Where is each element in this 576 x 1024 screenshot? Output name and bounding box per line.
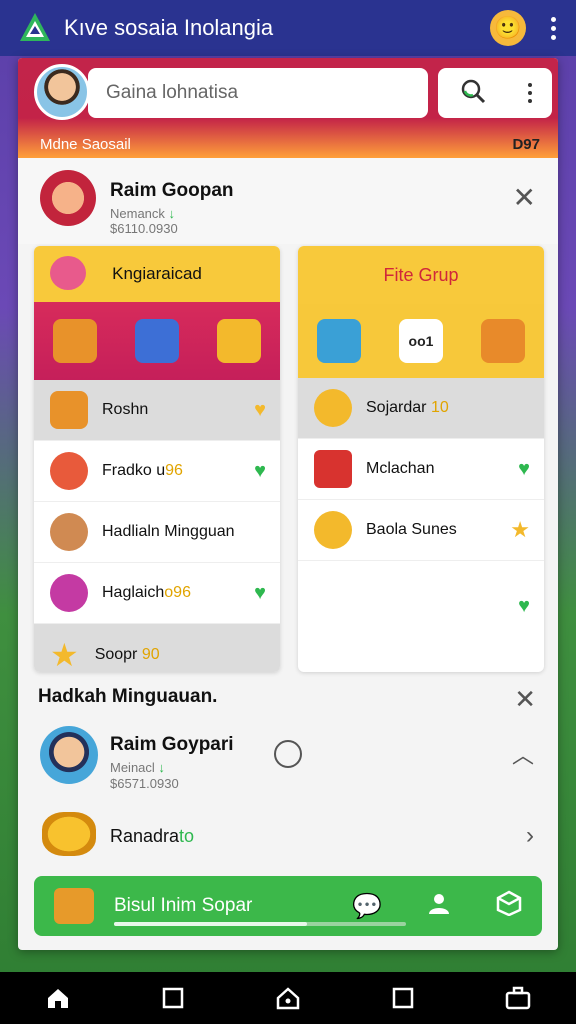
overflow-menu-icon[interactable] <box>548 16 558 40</box>
lock-home-icon[interactable] <box>273 983 303 1013</box>
user-sub-line2: $6571.0930 <box>110 776 179 791</box>
list-item[interactable]: Baola Sunes ★ <box>298 500 544 561</box>
user-sub: Meinacl ↓ $6571.0930 <box>110 760 179 792</box>
app-logo-icon[interactable] <box>18 11 52 45</box>
chest-icon[interactable] <box>53 319 97 363</box>
strip-count: D97 <box>512 136 540 153</box>
panel-left-tiles <box>34 302 280 380</box>
avatar <box>40 726 98 784</box>
list-item-label: Hadlialn Mingguan <box>102 523 235 540</box>
user-row[interactable]: Raim Goypari Meinacl ↓ $6571.0930 ︿ <box>18 726 558 800</box>
avatar <box>40 170 96 226</box>
chevron-right-icon[interactable]: › <box>526 822 534 850</box>
box-icon[interactable] <box>496 890 522 923</box>
overview-icon[interactable] <box>388 983 418 1013</box>
user-sub-line1: Nemanck ↓ <box>110 206 176 221</box>
list-item[interactable]: Sojardar 10 <box>298 378 544 439</box>
list-item-label: Roshn <box>102 401 149 418</box>
frame-icon[interactable] <box>217 319 261 363</box>
avatar[interactable] <box>34 64 90 120</box>
list-item-label: Haglaicho96 <box>102 584 191 601</box>
chevron-up-icon[interactable]: ︿ <box>512 738 534 770</box>
panel-right-tiles: oo1 <box>298 304 544 378</box>
gift-icon <box>54 888 94 924</box>
card-header: Gaina lohnatisa Mdne Saosail D97 <box>18 58 558 158</box>
heart-icon: ♥ <box>518 594 530 617</box>
user-name: Raim Goypari <box>110 734 234 755</box>
heart-icon: ♥ <box>518 457 530 480</box>
gift-icon <box>50 256 86 290</box>
gift-box-icon[interactable] <box>317 319 361 363</box>
user-sub-line2: $6110.0930 <box>110 221 178 236</box>
hammer-icon <box>314 389 352 427</box>
orb-icon <box>50 574 88 612</box>
panel-left-header[interactable]: Kngiaraicad <box>34 246 280 302</box>
list-item[interactable]: Mclachan ♥ <box>298 439 544 500</box>
cta-progress-bar <box>114 922 406 926</box>
user-sub-line1: Meinacl ↓ <box>110 760 165 775</box>
star-icon: ★ <box>50 636 79 673</box>
arrow-down-icon: ↓ <box>158 760 165 775</box>
main-card: Gaina lohnatisa Mdne Saosail D97 Raim Go… <box>18 58 558 950</box>
panel-right: Fite Grup oo1 Sojardar 10 Mclachan ♥ Bao… <box>298 246 544 672</box>
section-title: Hadkah Minguauan. <box>38 686 218 707</box>
chest-icon <box>50 391 88 429</box>
chat-icon[interactable]: 💬 <box>352 892 382 921</box>
panel-left: Kngiaraicad Roshn ♥ Fradko u96 ♥ Hadlial… <box>34 246 280 672</box>
close-icon[interactable]: ✕ <box>513 184 536 212</box>
list-item-label: Ranadrato <box>110 826 195 846</box>
home-icon[interactable] <box>43 983 73 1013</box>
list-item[interactable]: Ranadrato › <box>18 812 558 862</box>
cta-progress-fill <box>114 922 307 926</box>
user-icon[interactable] <box>426 890 452 923</box>
cta-icons: 💬 <box>352 890 522 923</box>
panel-right-title: Fite Grup <box>383 264 459 285</box>
briefcase-icon[interactable] <box>503 983 533 1013</box>
search-actions <box>438 68 552 118</box>
card-icon[interactable] <box>135 319 179 363</box>
panel-right-header[interactable]: Fite Grup <box>298 246 544 304</box>
avatar <box>50 452 88 490</box>
profile-avatar-icon[interactable]: 🙂 <box>490 10 526 46</box>
bottom-nav <box>0 972 576 1024</box>
list-item-label: Soopr 90 <box>94 645 160 663</box>
heart-icon: ♥ <box>254 581 266 604</box>
list-item[interactable]: Fradko u96 ♥ <box>34 441 280 502</box>
avatar <box>50 513 88 551</box>
panel-left-title: Kngiaraicad <box>112 264 202 283</box>
badge-icon[interactable]: oo1 <box>399 319 443 363</box>
heart-icon: ♥ <box>254 459 266 482</box>
coin-icon <box>314 511 352 549</box>
search-input[interactable]: Gaina lohnatisa <box>88 68 428 118</box>
list-item[interactable]: ♥ <box>298 561 544 651</box>
app-bar: Kıve sosaia Inolangia 🙂 <box>0 0 576 56</box>
list-item[interactable]: Haglaicho96 ♥ <box>34 563 280 624</box>
app-title: Kıve sosaia Inolangia <box>64 15 274 40</box>
user-row[interactable]: Raim Goopan Nemanck ↓ $6110.0930 ✕ <box>18 158 558 244</box>
user-sub: Nemanck ↓ $6110.0930 <box>110 206 178 236</box>
cta-button[interactable]: Bisul Inim Sopar 💬 <box>34 876 542 936</box>
back-icon[interactable] <box>158 983 188 1013</box>
arrow-down-icon: ↓ <box>168 206 176 221</box>
star-icon: ★ <box>510 517 530 542</box>
coins-icon <box>42 812 96 856</box>
list-item[interactable]: Roshn ♥ <box>34 380 280 441</box>
list-item[interactable]: Hadlialn Mingguan <box>34 502 280 563</box>
cta-label: Bisul Inim Sopar <box>114 895 253 916</box>
ticket-icon <box>314 450 352 488</box>
list-item-label: Mclachan <box>366 460 435 477</box>
radio-button[interactable] <box>274 740 302 768</box>
list-item-label: Fradko u96 <box>102 462 183 479</box>
user-name: Raim Goopan <box>110 180 234 201</box>
search-text: Gaina lohnatisa <box>106 82 239 103</box>
heart-icon: ♥ <box>254 398 266 421</box>
search-icon[interactable] <box>459 77 487 110</box>
list-item[interactable]: ★ Soopr 90 <box>34 624 280 672</box>
strip-label: Mdne Saosail <box>40 136 131 153</box>
trophy-icon[interactable] <box>481 319 525 363</box>
list-item-label: Baola Sunes <box>366 521 457 538</box>
list-item-label: Sojardar 10 <box>366 399 449 416</box>
more-options-icon[interactable] <box>527 83 532 103</box>
close-icon[interactable]: ✕ <box>514 684 536 715</box>
